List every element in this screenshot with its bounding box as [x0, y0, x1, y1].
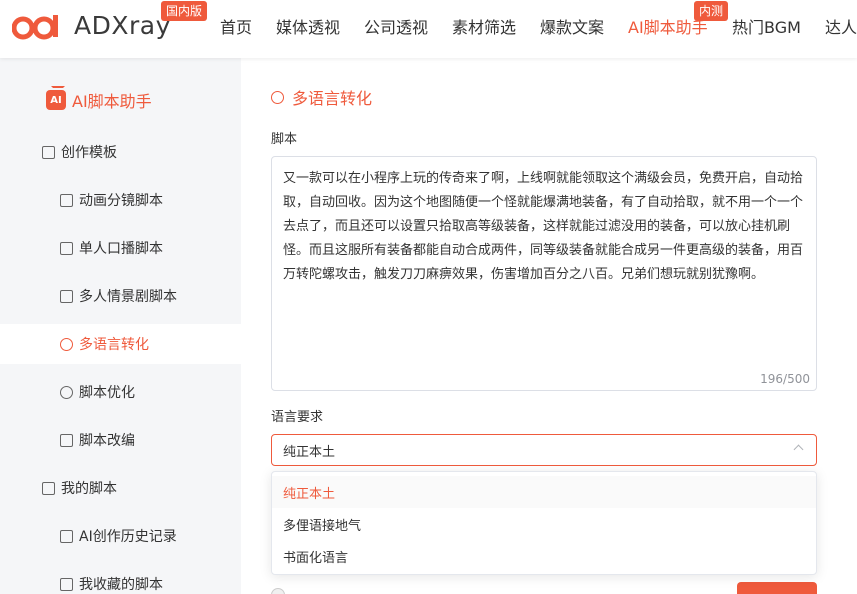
- ai-robot-icon: AI: [46, 86, 66, 110]
- sidebar-item-ai-history[interactable]: AI创作历史记录: [0, 516, 241, 556]
- clock-icon: [60, 385, 73, 399]
- nav-company-insight[interactable]: 公司透视: [364, 17, 428, 39]
- sidebar-group-my-scripts: 我的脚本: [42, 478, 117, 498]
- submit-button[interactable]: [737, 582, 817, 594]
- nav-media-insight[interactable]: 媒体透视: [276, 17, 340, 39]
- nav-home[interactable]: 首页: [220, 17, 252, 39]
- script-text: 又一款可以在小程序上玩的传奇来了啊，上线啊就能领取这个满级会员，免费开启，自动拾…: [283, 171, 804, 282]
- sidebar-item-label: AI创作历史记录: [79, 529, 177, 545]
- sidebar-item-label: 脚本优化: [79, 385, 135, 401]
- sidebar-title: AI AI脚本助手: [46, 86, 152, 112]
- page-title-label: 多语言转化: [292, 89, 373, 108]
- edit-icon: [42, 145, 55, 159]
- nav-hot-copy[interactable]: 爆款文案: [540, 17, 604, 39]
- language-option-slang[interactable]: 多俚语接地气: [272, 508, 816, 540]
- star-icon: [60, 577, 73, 591]
- page-title: 多语言转化: [271, 86, 372, 108]
- region-badge: 国内版: [161, 1, 208, 21]
- storyboard-icon: [60, 193, 73, 207]
- sidebar-item-label: 单人口播脚本: [79, 241, 163, 257]
- sidebar-item-label: 脚本改编: [79, 433, 135, 449]
- globe-icon: [60, 337, 73, 351]
- globe-icon: [271, 90, 284, 104]
- tv-icon: [60, 241, 73, 255]
- script-label: 脚本: [271, 132, 298, 147]
- bottom-radio[interactable]: [271, 588, 285, 594]
- char-counter: 196/500: [760, 372, 810, 386]
- sidebar-group-label: 我的脚本: [61, 481, 117, 497]
- language-option-native[interactable]: 纯正本土: [272, 476, 816, 508]
- logo-text[interactable]: ADXray: [74, 11, 171, 40]
- sidebar-item-label: 多人情景剧脚本: [79, 289, 177, 305]
- adxray-logo-icon[interactable]: [12, 13, 64, 43]
- sidebar-item-script-adapt[interactable]: 脚本改编: [0, 420, 241, 460]
- sidebar-item-label: 我收藏的脚本: [79, 577, 163, 593]
- sidebar-item-label: 多语言转化: [79, 337, 149, 353]
- sidebar-item-single-talk[interactable]: 单人口播脚本: [0, 228, 241, 268]
- sidebar-item-animation-storyboard[interactable]: 动画分镜脚本: [0, 180, 241, 220]
- sidebar-title-label: AI脚本助手: [72, 92, 152, 111]
- nav-creators[interactable]: 达人: [825, 17, 857, 39]
- sidebar-group-label: 创作模板: [61, 145, 117, 161]
- beta-badge: 内测: [694, 1, 729, 21]
- script-textarea[interactable]: 又一款可以在小程序上玩的传奇来了啊，上线啊就能领取这个满级会员，免费开启，自动拾…: [271, 156, 817, 391]
- language-dropdown: 纯正本土 多俚语接地气 书面化语言: [271, 471, 817, 575]
- sidebar: AI AI脚本助手 创作模板 动画分镜脚本 单人口播脚本 多人情景剧脚本 多语言…: [0, 58, 241, 594]
- sidebar-item-multilingual[interactable]: 多语言转化: [0, 324, 241, 364]
- sidebar-group-templates: 创作模板: [42, 142, 117, 162]
- sidebar-item-label: 动画分镜脚本: [79, 193, 163, 209]
- sidebar-item-favorites[interactable]: 我收藏的脚本: [0, 564, 241, 594]
- script-icon: [42, 481, 55, 495]
- nav-material-filter[interactable]: 素材筛选: [452, 17, 516, 39]
- nav-hot-bgm[interactable]: 热门BGM: [732, 17, 801, 39]
- edit-icon: [60, 433, 73, 447]
- history-icon: [60, 529, 73, 543]
- language-select[interactable]: 纯正本土: [271, 434, 817, 466]
- image-icon: [60, 289, 73, 303]
- sidebar-item-multi-drama[interactable]: 多人情景剧脚本: [0, 276, 241, 316]
- sidebar-item-script-optimize[interactable]: 脚本优化: [0, 372, 241, 412]
- language-option-formal[interactable]: 书面化语言: [272, 540, 816, 572]
- language-select-value: 纯正本土: [283, 444, 336, 460]
- top-navbar: ADXray 国内版 首页 媒体透视 公司透视 素材筛选 爆款文案 AI脚本助手…: [0, 0, 857, 58]
- chevron-up-icon: [793, 444, 804, 455]
- language-label: 语言要求: [271, 410, 324, 425]
